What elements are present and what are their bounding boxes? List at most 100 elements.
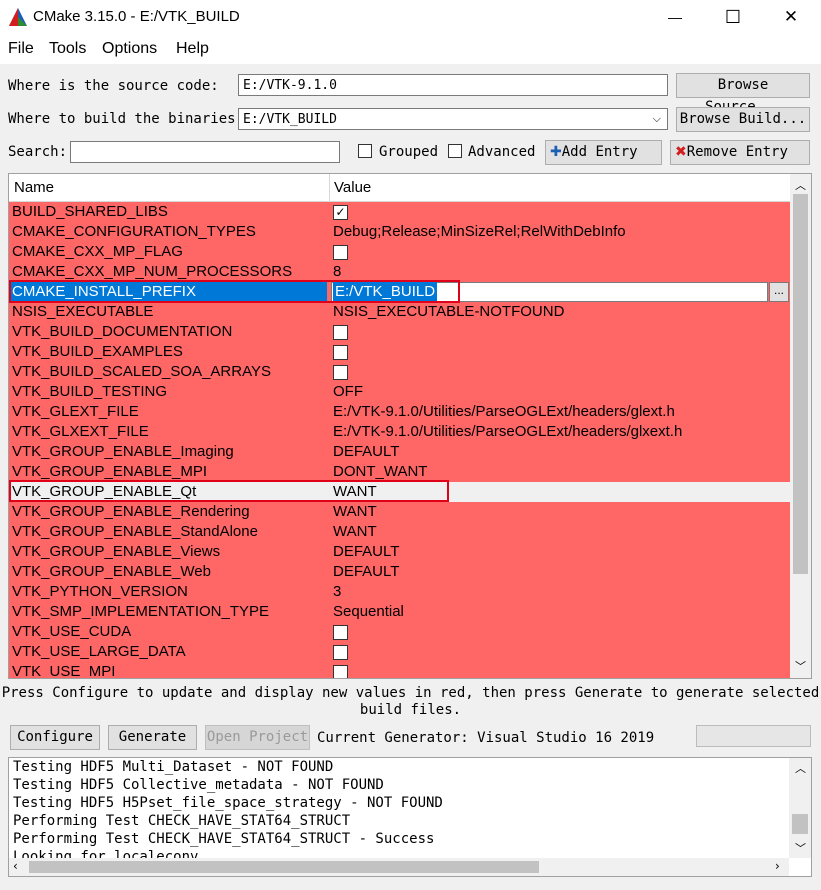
advanced-label: Advanced bbox=[468, 144, 536, 160]
table-row[interactable]: CMAKE_CXX_MP_NUM_PROCESSORS 8 bbox=[9, 262, 790, 282]
table-row[interactable]: BUILD_SHARED_LIBS ✓ bbox=[9, 202, 790, 222]
search-input[interactable] bbox=[70, 141, 340, 163]
plus-icon: ✚ bbox=[550, 144, 562, 160]
menu-bar: File Tools Options Help bbox=[0, 34, 821, 64]
entry-value-checkbox[interactable] bbox=[333, 665, 348, 678]
console-horizontal-scrollbar[interactable]: ‹ › bbox=[9, 858, 789, 876]
configure-button[interactable]: Configure bbox=[10, 725, 100, 750]
scroll-down-icon[interactable]: ﹀ bbox=[795, 658, 806, 674]
console-hscroll-thumb[interactable] bbox=[29, 861, 539, 873]
column-header-name[interactable]: Name bbox=[14, 179, 54, 196]
output-line: Performing Test CHECK_HAVE_STAT64_STRUCT… bbox=[13, 831, 435, 847]
grouped-label: Grouped bbox=[379, 144, 439, 160]
entry-value-checkbox[interactable] bbox=[333, 365, 348, 380]
entry-name: VTK_BUILD_DOCUMENTATION bbox=[12, 323, 233, 340]
progress-bar bbox=[696, 725, 811, 747]
entry-name: VTK_GROUP_ENABLE_Views bbox=[12, 543, 221, 560]
minimize-icon: — bbox=[668, 9, 682, 25]
entry-value-checkbox[interactable] bbox=[333, 645, 348, 660]
table-row[interactable]: VTK_GROUP_ENABLE_Imaging DEFAULT bbox=[9, 442, 790, 462]
entry-name: VTK_GROUP_ENABLE_MPI bbox=[12, 463, 208, 480]
console-vertical-scrollbar[interactable]: ︿ ﹀ bbox=[789, 758, 811, 858]
table-row[interactable]: VTK_GLEXT_FILE E:/VTK-9.1.0/Utilities/Par… bbox=[9, 402, 790, 422]
table-row[interactable]: VTK_BUILD_EXAMPLES bbox=[9, 342, 790, 362]
menu-options[interactable]: Options bbox=[102, 40, 157, 58]
table-row[interactable]: VTK_GROUP_ENABLE_Views DEFAULT bbox=[9, 542, 790, 562]
table-scroll-thumb[interactable] bbox=[793, 194, 808, 574]
entry-value-checkbox[interactable] bbox=[333, 625, 348, 640]
advanced-checkbox[interactable] bbox=[448, 144, 462, 158]
table-row[interactable]: VTK_BUILD_DOCUMENTATION bbox=[9, 322, 790, 342]
entry-name: CMAKE_CXX_MP_NUM_PROCESSORS bbox=[12, 263, 293, 280]
hint-line-2: build files. bbox=[359, 702, 462, 718]
maximize-icon: ☐ bbox=[724, 6, 742, 27]
table-header: Name Value bbox=[9, 174, 790, 202]
browse-source-button[interactable]: Browse Source... bbox=[676, 73, 810, 115]
table-row[interactable]: VTK_USE_CUDA bbox=[9, 622, 790, 642]
source-path-input[interactable]: E:/VTK-9.1.0 bbox=[238, 74, 668, 96]
table-row[interactable]: VTK_GROUP_ENABLE_StandAlone WANT bbox=[9, 522, 790, 542]
configure-hint: Press Configure to update and display ne… bbox=[0, 685, 821, 719]
console-scroll-thumb[interactable] bbox=[792, 814, 808, 834]
entry-name: VTK_GROUP_ENABLE_Imaging bbox=[12, 443, 234, 460]
grouped-checkbox[interactable] bbox=[358, 144, 372, 158]
entry-name: VTK_SMP_IMPLEMENTATION_TYPE bbox=[12, 603, 269, 620]
scroll-up-icon[interactable]: ︿ bbox=[795, 177, 806, 193]
build-path-combo[interactable]: E:/VTK_BUILD ⌵ bbox=[238, 108, 668, 130]
table-row[interactable]: CMAKE_CXX_MP_FLAG bbox=[9, 242, 790, 262]
entry-name: VTK_USE_MPI bbox=[12, 663, 116, 678]
open-project-button[interactable]: Open Project bbox=[205, 725, 310, 750]
entry-value: 8 bbox=[333, 263, 342, 280]
highlight-box-install-prefix bbox=[9, 280, 460, 303]
menu-tools[interactable]: Tools bbox=[49, 40, 86, 58]
source-label: Where is the source code: bbox=[8, 78, 219, 94]
minimize-button[interactable]: — bbox=[646, 0, 704, 34]
table-row[interactable]: VTK_PYTHON_VERSION 3 bbox=[9, 582, 790, 602]
cache-table[interactable]: Name Value BUILD_SHARED_LIBS ✓ CMAKE_CONFI… bbox=[8, 173, 812, 679]
scroll-down-icon[interactable]: ﹀ bbox=[795, 840, 806, 856]
checkmark-icon: ✓ bbox=[335, 205, 346, 219]
entry-value-checkbox[interactable] bbox=[333, 325, 348, 340]
generate-button[interactable]: Generate bbox=[108, 725, 197, 750]
scroll-left-icon[interactable]: ‹ bbox=[13, 859, 18, 873]
title-bar: CMake 3.15.0 - E:/VTK_BUILD — ☐ ✕ bbox=[0, 0, 821, 34]
table-row[interactable]: VTK_GROUP_ENABLE_Rendering WANT bbox=[9, 502, 790, 522]
entry-name: VTK_USE_LARGE_DATA bbox=[12, 643, 186, 660]
table-row[interactable]: NSIS_EXECUTABLE NSIS_EXECUTABLE-NOTFOUND bbox=[9, 302, 790, 322]
maximize-button[interactable]: ☐ bbox=[704, 0, 762, 34]
table-row[interactable]: VTK_GROUP_ENABLE_MPI DONT_WANT bbox=[9, 462, 790, 482]
table-row[interactable]: VTK_BUILD_TESTING OFF bbox=[9, 382, 790, 402]
table-row[interactable]: VTK_GROUP_ENABLE_Web DEFAULT bbox=[9, 562, 790, 582]
close-button[interactable]: ✕ bbox=[762, 0, 820, 34]
chevron-down-icon[interactable]: ⌵ bbox=[653, 110, 661, 127]
add-entry-button[interactable]: ✚Add Entry bbox=[545, 140, 662, 165]
table-row[interactable]: VTK_USE_LARGE_DATA bbox=[9, 642, 790, 662]
column-header-value[interactable]: Value bbox=[334, 179, 371, 196]
entry-value: DEFAULT bbox=[333, 563, 400, 580]
entry-value-checkbox[interactable]: ✓ bbox=[333, 205, 348, 220]
output-line: Testing HDF5 H5Pset_file_space_strategy … bbox=[13, 795, 443, 811]
build-label: Where to build the binaries: bbox=[8, 111, 245, 127]
entry-name: VTK_GLEXT_FILE bbox=[12, 403, 139, 420]
table-row[interactable]: CMAKE_CONFIGURATION_TYPES Debug;Release;M… bbox=[9, 222, 790, 242]
remove-entry-button[interactable]: ✖Remove Entry bbox=[670, 140, 810, 165]
entry-name: CMAKE_CONFIGURATION_TYPES bbox=[12, 223, 256, 240]
browse-path-button[interactable]: ... bbox=[769, 282, 789, 302]
menu-help[interactable]: Help bbox=[176, 40, 209, 58]
output-console[interactable]: Testing HDF5 Multi_Dataset - NOT FOUND Te… bbox=[8, 757, 812, 877]
entry-value: 3 bbox=[333, 583, 342, 600]
table-row[interactable]: VTK_USE_MPI bbox=[9, 662, 790, 678]
entry-value-checkbox[interactable] bbox=[333, 245, 348, 260]
menu-file[interactable]: File bbox=[8, 40, 34, 58]
entry-value: Debug;Release;MinSizeRel;RelWithDebInfo bbox=[333, 223, 626, 240]
scroll-up-icon[interactable]: ︿ bbox=[795, 760, 806, 776]
scroll-right-icon[interactable]: › bbox=[775, 859, 780, 873]
browse-build-button[interactable]: Browse Build... bbox=[676, 107, 810, 132]
table-vertical-scrollbar[interactable]: ︿ ﹀ bbox=[790, 174, 811, 678]
table-row[interactable]: VTK_BUILD_SCALED_SOA_ARRAYS bbox=[9, 362, 790, 382]
entry-value: E:/VTK-9.1.0/Utilities/ParseOGLExt/heade… bbox=[333, 403, 675, 420]
table-row[interactable]: VTK_SMP_IMPLEMENTATION_TYPE Sequential bbox=[9, 602, 790, 622]
table-row[interactable]: VTK_GLXEXT_FILE E:/VTK-9.1.0/Utilities/Pa… bbox=[9, 422, 790, 442]
entry-value-checkbox[interactable] bbox=[333, 345, 348, 360]
column-divider[interactable] bbox=[329, 174, 330, 201]
